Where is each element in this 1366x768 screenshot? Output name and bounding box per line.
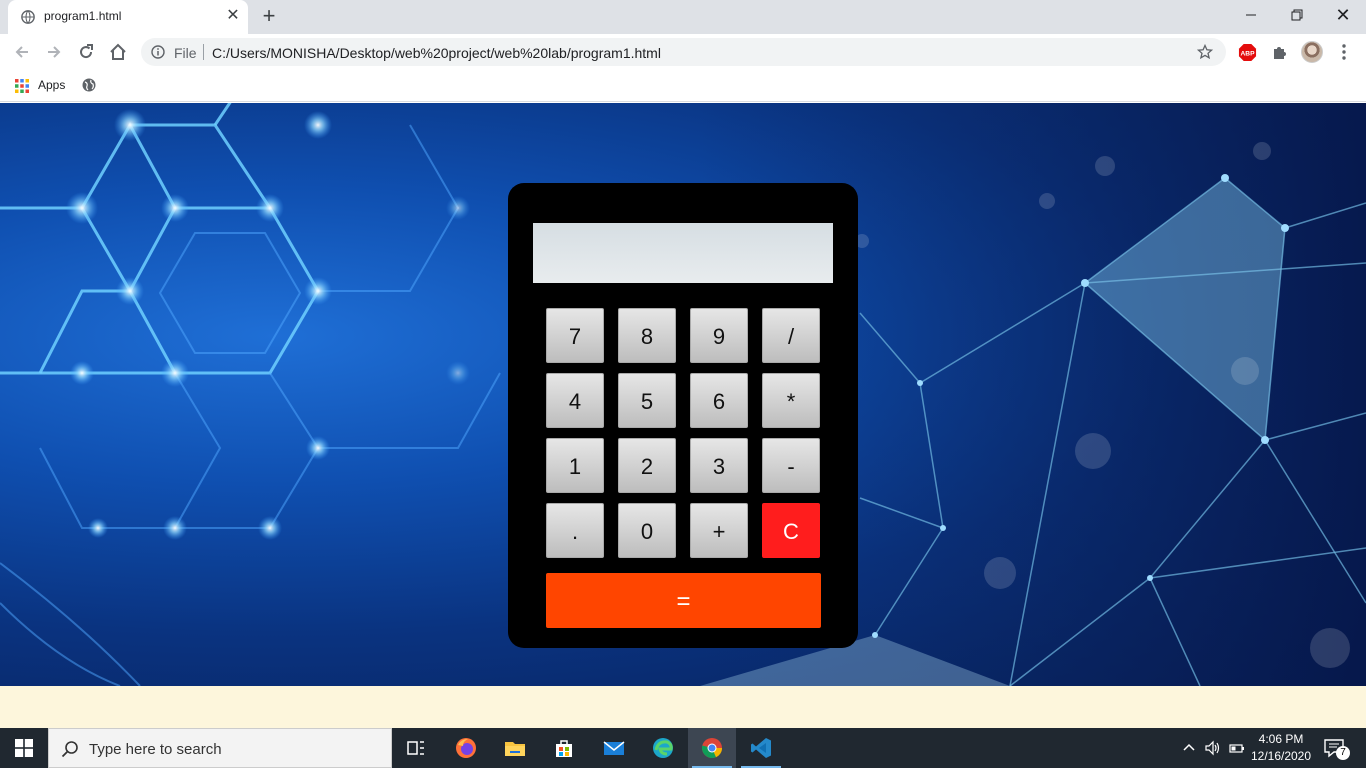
scheme-label: File <box>174 45 197 61</box>
windows-taskbar: Type here to search 4:06 PM 12/16/2020 <box>0 728 1366 768</box>
forward-arrow-icon[interactable] <box>44 42 64 62</box>
edge-icon[interactable] <box>639 728 687 768</box>
extensions-puzzle-icon[interactable] <box>1271 43 1289 61</box>
key-7[interactable]: 7 <box>546 308 604 363</box>
tab-title: program1.html <box>44 9 122 23</box>
chrome-icon[interactable] <box>688 728 736 768</box>
store-icon[interactable] <box>540 728 588 768</box>
system-clock[interactable]: 4:06 PM 12/16/2020 <box>1244 731 1318 765</box>
clock-date: 12/16/2020 <box>1250 749 1312 763</box>
clear-button[interactable]: C <box>762 503 820 558</box>
key-add[interactable]: + <box>690 503 748 558</box>
browser-tab[interactable]: program1.html ✕ <box>8 0 248 34</box>
tab-strip: program1.html ✕ + ✕ <box>0 0 1366 34</box>
key-0[interactable]: 0 <box>618 503 676 558</box>
key-2[interactable]: 2 <box>618 438 676 493</box>
battery-icon[interactable] <box>1229 740 1245 756</box>
adblock-plus-icon[interactable]: ABP <box>1238 43 1257 62</box>
more-menu-icon[interactable] <box>1336 43 1352 61</box>
windows-logo-icon <box>15 739 33 757</box>
key-6[interactable]: 6 <box>690 373 748 428</box>
clock-time: 4:06 PM <box>1258 732 1304 746</box>
equals-button[interactable]: = <box>546 573 821 628</box>
calculator: 7 8 9 / 4 5 6 * 1 2 3 - . 0 + C = <box>508 183 858 648</box>
search-placeholder: Type here to search <box>89 741 222 758</box>
profile-avatar[interactable] <box>1301 41 1323 63</box>
key-9[interactable]: 9 <box>690 308 748 363</box>
key-subtract[interactable]: - <box>762 438 820 493</box>
key-8[interactable]: 8 <box>618 308 676 363</box>
key-5[interactable]: 5 <box>618 373 676 428</box>
address-separator <box>203 44 204 60</box>
key-4[interactable]: 4 <box>546 373 604 428</box>
back-arrow-icon[interactable] <box>12 42 32 62</box>
firefox-icon[interactable] <box>442 728 490 768</box>
key-1[interactable]: 1 <box>546 438 604 493</box>
home-icon[interactable] <box>108 42 128 62</box>
bookmarks-bar: Apps <box>0 70 1366 102</box>
reload-icon[interactable] <box>76 42 96 62</box>
minimize-button[interactable] <box>1228 0 1274 30</box>
bookmark-star-icon[interactable] <box>1197 44 1213 60</box>
task-view-icon[interactable] <box>392 728 440 768</box>
key-3[interactable]: 3 <box>690 438 748 493</box>
chevron-up-icon[interactable] <box>1181 740 1197 756</box>
info-icon[interactable] <box>151 45 165 59</box>
key-decimal[interactable]: . <box>546 503 604 558</box>
key-multiply[interactable]: * <box>762 373 820 428</box>
close-tab-icon[interactable]: ✕ <box>224 7 242 25</box>
url-text[interactable]: C:/Users/MONISHA/Desktop/web%20project/w… <box>212 45 661 61</box>
mail-icon[interactable] <box>590 728 638 768</box>
new-tab-button[interactable]: + <box>258 5 280 28</box>
taskbar-search-box[interactable]: Type here to search <box>48 728 392 768</box>
globe-icon[interactable] <box>82 78 96 92</box>
notification-count-badge: 7 <box>1336 746 1350 760</box>
address-bar[interactable]: File C:/Users/MONISHA/Desktop/web%20proj… <box>141 38 1226 66</box>
calculator-display[interactable] <box>533 223 833 283</box>
close-window-button[interactable]: ✕ <box>1320 0 1366 30</box>
globe-icon <box>21 10 35 24</box>
key-divide[interactable]: / <box>762 308 820 363</box>
page-content: 7 8 9 / 4 5 6 * 1 2 3 - . 0 + C = <box>0 103 1366 728</box>
file-explorer-icon[interactable] <box>491 728 539 768</box>
apps-bookmark-label[interactable]: Apps <box>38 78 65 92</box>
restore-button[interactable] <box>1274 0 1320 30</box>
volume-icon[interactable] <box>1204 740 1220 756</box>
vscode-icon[interactable] <box>737 728 785 768</box>
browser-toolbar: File C:/Users/MONISHA/Desktop/web%20proj… <box>0 34 1366 70</box>
search-icon <box>61 741 78 758</box>
apps-grid-icon[interactable] <box>15 79 29 93</box>
start-button[interactable] <box>0 728 48 768</box>
svg-text:ABP: ABP <box>1240 50 1255 57</box>
